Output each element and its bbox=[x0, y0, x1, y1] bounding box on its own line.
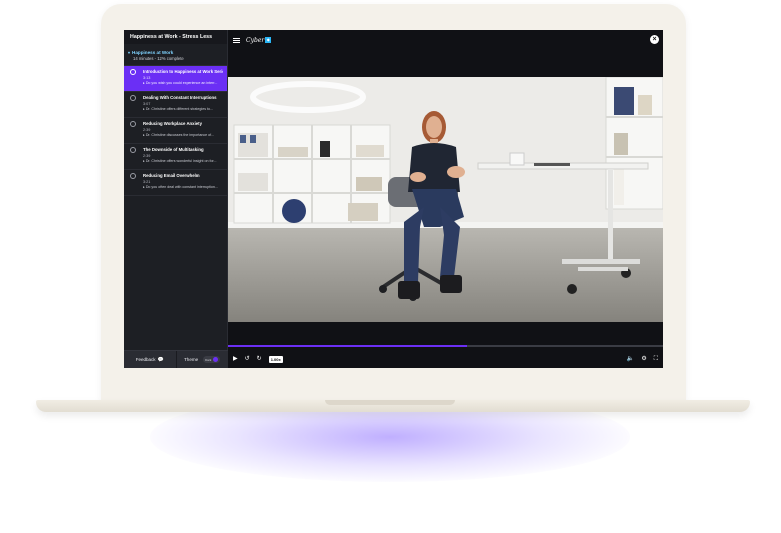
lesson-duration: 2:39 bbox=[143, 154, 151, 158]
gear-icon[interactable]: ⚙ bbox=[641, 356, 646, 362]
lesson-duration: 2:39 bbox=[143, 128, 151, 132]
toggle-knob bbox=[213, 357, 219, 362]
lesson-title: Dealing With Constant Interruptions bbox=[143, 95, 217, 100]
lesson-description-text: Dr. Christine offers different strategie… bbox=[145, 107, 213, 111]
module-title: Happiness at Work bbox=[132, 50, 174, 55]
lesson-duration: 3:07 bbox=[143, 102, 151, 106]
lesson-description-text: Do you wish you could experience an inte… bbox=[145, 81, 218, 85]
fullscreen-icon[interactable]: ⛶ bbox=[654, 356, 658, 362]
feedback-label: Feedback bbox=[135, 357, 156, 362]
module-header[interactable]: ▾ Happiness at Work 14 minutes - 12% com… bbox=[124, 44, 227, 66]
lesson-status-icon bbox=[130, 121, 136, 127]
lesson-description-text: Dr. Christine discusses the importance o… bbox=[145, 133, 215, 137]
laptop-mockup: Happiness at Work - Stress Less ▾ Happin… bbox=[0, 0, 781, 533]
theme-label: Theme bbox=[184, 357, 199, 362]
chevron-down-icon: ▾ bbox=[128, 50, 131, 55]
brand-logo: Cyber ◆ bbox=[246, 36, 272, 44]
speed-button[interactable]: 1.00x bbox=[268, 355, 283, 363]
video-scene bbox=[228, 77, 663, 322]
logo-box-icon: ◆ bbox=[265, 37, 272, 43]
lesson-description: ▸ Do you often deal with constant interr… bbox=[143, 185, 223, 189]
module-progress: 14 minutes - 12% complete bbox=[133, 56, 184, 61]
lesson-duration: 3:21 bbox=[143, 180, 151, 184]
lesson-title: The Downside of Multitasking bbox=[143, 147, 204, 152]
progress-fill bbox=[228, 345, 468, 347]
course-sidebar: Happiness at Work - Stress Less ▾ Happin… bbox=[124, 30, 228, 368]
lesson-list: Introduction to Happiness at Work Series… bbox=[124, 66, 227, 196]
control-row: ▶ ↺ ↻ 1.00x 🔈 ⚙ ⛶ bbox=[228, 352, 663, 366]
lesson-status-icon bbox=[130, 173, 136, 179]
lesson-description: ▸ Do you wish you could experience an in… bbox=[143, 81, 223, 85]
player-topbar: Cyber ◆ × bbox=[228, 30, 663, 50]
lesson-description-text: Dr. Christine offers wonderful insight o… bbox=[145, 159, 217, 163]
sidebar-footer: Feedback 💬 Theme Dark bbox=[124, 350, 228, 368]
progress-bar[interactable] bbox=[228, 345, 663, 347]
lesson-description: ▸ Dr. Christine discusses the importance… bbox=[143, 133, 223, 137]
lesson-duration: 3:13 bbox=[143, 76, 151, 80]
chat-icon: 💬 bbox=[157, 356, 164, 363]
lesson-item[interactable]: The Downside of Multitasking 2:39 ▸ Dr. Ch… bbox=[124, 144, 227, 170]
lesson-item[interactable]: Reducing Workplace Anxiety 2:39 ▸ Dr. Chri… bbox=[124, 118, 227, 144]
volume-icon[interactable]: 🔈 bbox=[627, 356, 634, 362]
lesson-item[interactable]: Dealing With Constant Interruptions 3:07 ▸… bbox=[124, 92, 227, 118]
lesson-description-text: Do you often deal with constant interrup… bbox=[145, 185, 218, 189]
close-icon[interactable]: × bbox=[650, 35, 659, 44]
lesson-description: ▸ Dr. Christine offers different strateg… bbox=[143, 107, 223, 111]
feedback-button[interactable]: Feedback 💬 bbox=[124, 351, 176, 368]
hamburger-icon[interactable] bbox=[233, 37, 240, 44]
theme-toggle[interactable]: Dark bbox=[203, 356, 221, 363]
lesson-title: Introduction to Happiness at Work Series bbox=[143, 69, 223, 74]
lesson-item[interactable]: Introduction to Happiness at Work Series… bbox=[124, 66, 227, 92]
lesson-status-icon bbox=[130, 147, 136, 153]
lesson-item[interactable]: Reducing Email Overwhelm 3:21 ▸ Do you oft… bbox=[124, 170, 227, 196]
lesson-description: ▸ Dr. Christine offers wonderful insight… bbox=[143, 159, 223, 163]
rewind-icon[interactable]: ↺ bbox=[245, 356, 250, 362]
video-frame[interactable] bbox=[228, 77, 663, 322]
lesson-title: Reducing Email Overwhelm bbox=[143, 173, 200, 178]
video-player: Cyber ◆ × ▶ ↺ ↻ 1.00x 🔈 ⚙ ⛶ bbox=[228, 30, 663, 368]
laptop-notch bbox=[325, 400, 455, 405]
player-controls: ▶ ↺ ↻ 1.00x 🔈 ⚙ ⛶ bbox=[228, 343, 663, 368]
play-icon[interactable]: ▶ bbox=[233, 356, 238, 362]
forward-icon[interactable]: ↻ bbox=[257, 356, 262, 362]
lesson-status-icon bbox=[130, 69, 136, 75]
app-screen: Happiness at Work - Stress Less ▾ Happin… bbox=[124, 30, 663, 368]
lesson-status-icon bbox=[130, 95, 136, 101]
lesson-title: Reducing Workplace Anxiety bbox=[143, 121, 202, 126]
logo-text: Cyber bbox=[246, 36, 265, 44]
theme-value: Dark bbox=[205, 357, 212, 362]
theme-button[interactable]: Theme Dark bbox=[175, 351, 228, 368]
course-title: Happiness at Work - Stress Less bbox=[124, 30, 227, 44]
